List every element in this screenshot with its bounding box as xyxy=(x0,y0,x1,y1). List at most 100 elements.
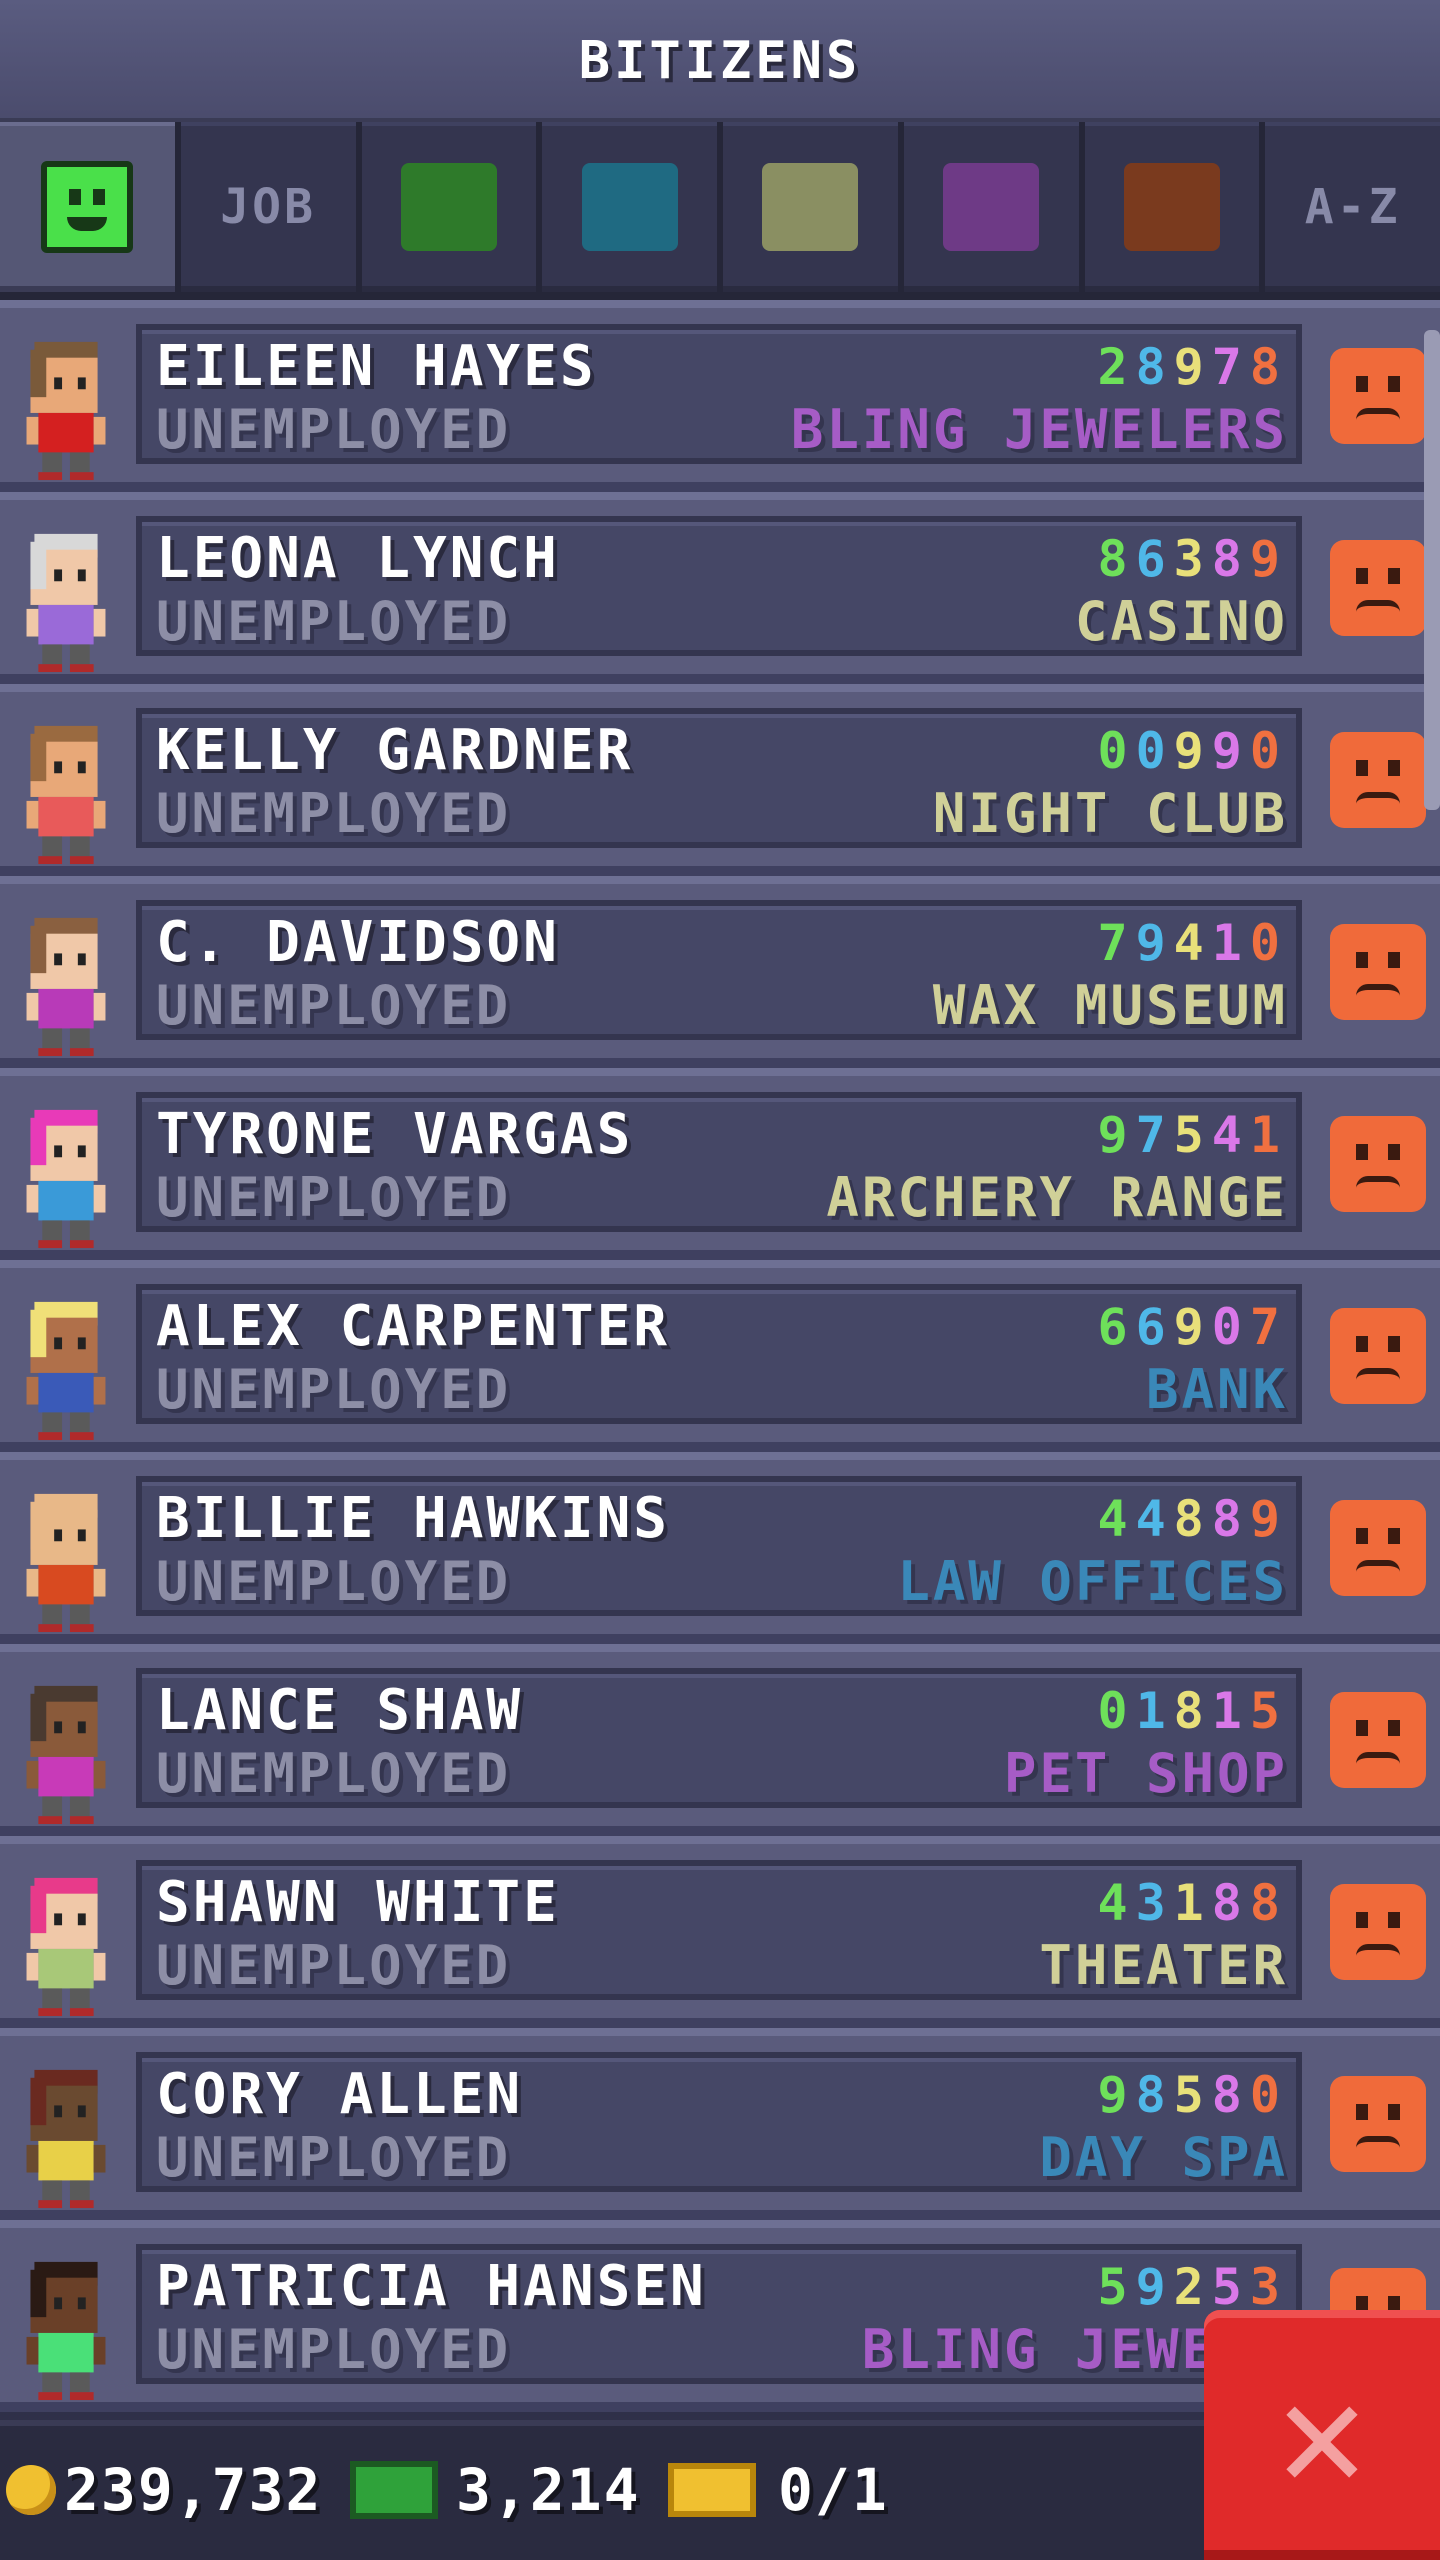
scrollbar[interactable] xyxy=(1424,330,1440,810)
tab-blue[interactable] xyxy=(542,122,717,292)
skill-digit: 9 xyxy=(1097,2066,1136,2124)
skill-digit: 4 xyxy=(1097,1490,1136,1548)
skill-levels: 44889 xyxy=(1097,1490,1288,1548)
tab-az-label: A-Z xyxy=(1304,179,1401,235)
skill-digit: 8 xyxy=(1211,1490,1250,1548)
bitizen-avatar xyxy=(14,1102,118,1252)
skill-digit: 9 xyxy=(1135,2258,1174,2316)
skill-digit: 7 xyxy=(1211,338,1250,396)
skill-digit: 7 xyxy=(1135,1106,1174,1164)
bitizen-row[interactable]: LANCE SHAW UNEMPLOYED 01815 PET SHOP xyxy=(0,1644,1440,1836)
bitizen-row[interactable]: SHAWN WHITE UNEMPLOYED 43188 THEATER xyxy=(0,1836,1440,2028)
skill-digit: 1 xyxy=(1211,1682,1250,1740)
skill-digit: 5 xyxy=(1249,1682,1288,1740)
tab-olive[interactable] xyxy=(723,122,898,292)
tab-green[interactable] xyxy=(361,122,537,292)
skill-digit: 9 xyxy=(1097,1106,1136,1164)
bitizen-name: C. DAVIDSON xyxy=(156,910,560,975)
skill-digit: 9 xyxy=(1249,1490,1288,1548)
skill-digit: 7 xyxy=(1249,1298,1288,1356)
bitizen-avatar xyxy=(14,1870,118,2020)
bitizen-row[interactable]: TYRONE VARGAS UNEMPLOYED 97541 ARCHERY RANG… xyxy=(0,1068,1440,1260)
bitizen-row[interactable]: BILLIE HAWKINS UNEMPLOYED 44889 LAW OFFICES xyxy=(0,1452,1440,1644)
tickets-display: 0/1 xyxy=(668,2420,889,2560)
olive-swatch xyxy=(762,163,859,251)
skill-digit: 9 xyxy=(1173,722,1212,780)
bitizen-job: UNEMPLOYED xyxy=(156,974,512,1037)
skill-digit: 0 xyxy=(1249,2066,1288,2124)
skill-digit: 0 xyxy=(1211,1298,1250,1356)
skill-digit: 0 xyxy=(1097,722,1136,780)
bitizen-row[interactable]: LEONA LYNCH UNEMPLOYED 86389 CASINO xyxy=(0,492,1440,684)
tab-brown[interactable] xyxy=(1084,122,1260,292)
skill-levels: 01815 xyxy=(1097,1682,1288,1740)
skill-digit: 1 xyxy=(1249,1106,1288,1164)
skill-digit: 4 xyxy=(1211,1106,1250,1164)
skill-levels: 97541 xyxy=(1097,1106,1288,1164)
skill-digit: 8 xyxy=(1249,338,1288,396)
skill-digit: 5 xyxy=(1097,2258,1136,2316)
skill-digit: 0 xyxy=(1249,722,1288,780)
skill-digit: 8 xyxy=(1135,338,1174,396)
skill-digit: 0 xyxy=(1249,914,1288,972)
skill-digit: 9 xyxy=(1135,914,1174,972)
skill-levels: 86389 xyxy=(1097,530,1288,588)
skill-digit: 9 xyxy=(1173,1298,1212,1356)
skill-levels: 43188 xyxy=(1097,1874,1288,1932)
bitizen-row[interactable]: C. DAVIDSON UNEMPLOYED 79410 WAX MUSEUM xyxy=(0,876,1440,1068)
blue-swatch xyxy=(581,163,678,251)
dream-job: BANK xyxy=(1145,1358,1288,1421)
tab-purple[interactable] xyxy=(903,122,1079,292)
bitizen-avatar xyxy=(14,1294,118,1444)
bitizen-row[interactable]: EILEEN HAYES UNEMPLOYED 28978 BLING JEWELER… xyxy=(0,300,1440,492)
dream-job: THEATER xyxy=(1039,1934,1288,1997)
skill-digit: 7 xyxy=(1097,914,1136,972)
tab-mood[interactable] xyxy=(0,122,175,292)
tab-az[interactable]: A-Z xyxy=(1265,122,1440,292)
sad-face-icon xyxy=(1330,2076,1426,2172)
bitizen-avatar xyxy=(14,334,118,484)
sad-face-icon xyxy=(1330,348,1426,444)
bitizen-row[interactable]: KELLY GARDNER UNEMPLOYED 00990 NIGHT CLUB xyxy=(0,684,1440,876)
bitizen-card: CORY ALLEN UNEMPLOYED 98580 DAY SPA xyxy=(136,2052,1302,2192)
dream-job: WAX MUSEUM xyxy=(932,974,1288,1037)
bitizen-job: UNEMPLOYED xyxy=(156,1934,512,1997)
close-button[interactable]: ✕ xyxy=(1204,2310,1440,2560)
bitizen-card: PATRICIA HANSEN UNEMPLOYED 59253 BLING JEWE… xyxy=(136,2244,1302,2384)
bitizen-row[interactable]: ALEX CARPENTER UNEMPLOYED 66907 BANK xyxy=(0,1260,1440,1452)
skill-digit: 8 xyxy=(1097,530,1136,588)
bitizen-card: LANCE SHAW UNEMPLOYED 01815 PET SHOP xyxy=(136,1668,1302,1808)
dream-job: PET SHOP xyxy=(1003,1742,1288,1805)
bitizen-name: LEONA LYNCH xyxy=(156,526,560,591)
skill-digit: 0 xyxy=(1097,1682,1136,1740)
skill-digit: 8 xyxy=(1173,1490,1212,1548)
sad-face-icon xyxy=(1330,540,1426,636)
dream-job: BLING JEWELERS xyxy=(790,398,1288,461)
bitizen-job: UNEMPLOYED xyxy=(156,1550,512,1613)
dream-job: DAY SPA xyxy=(1039,2126,1288,2189)
skill-digit: 9 xyxy=(1249,530,1288,588)
bitizen-card: KELLY GARDNER UNEMPLOYED 00990 NIGHT CLUB xyxy=(136,708,1302,848)
skill-levels: 66907 xyxy=(1097,1298,1288,1356)
skill-digit: 0 xyxy=(1135,722,1174,780)
tab-job[interactable]: JOB xyxy=(180,122,356,292)
bitizen-list[interactable]: EILEEN HAYES UNEMPLOYED 28978 BLING JEWELER… xyxy=(0,300,1440,2420)
bux-value: 3,214 xyxy=(456,2456,641,2524)
bitizen-name: EILEEN HAYES xyxy=(156,334,597,399)
sad-face-icon xyxy=(1330,1116,1426,1212)
sad-face-icon xyxy=(1330,1884,1426,1980)
bitizen-job: UNEMPLOYED xyxy=(156,782,512,845)
bitizen-row[interactable]: CORY ALLEN UNEMPLOYED 98580 DAY SPA xyxy=(0,2028,1440,2220)
bitizen-card: TYRONE VARGAS UNEMPLOYED 97541 ARCHERY RANG… xyxy=(136,1092,1302,1232)
skill-digit: 8 xyxy=(1173,1682,1212,1740)
skill-digit: 8 xyxy=(1249,1874,1288,1932)
skill-digit: 3 xyxy=(1173,530,1212,588)
skill-digit: 2 xyxy=(1173,2258,1212,2316)
sad-face-icon xyxy=(1330,1692,1426,1788)
bitizen-job: UNEMPLOYED xyxy=(156,2318,512,2381)
skill-digit: 6 xyxy=(1097,1298,1136,1356)
skill-digit: 5 xyxy=(1173,2066,1212,2124)
purple-swatch xyxy=(943,163,1040,251)
bitizen-job: UNEMPLOYED xyxy=(156,1358,512,1421)
sad-face-icon xyxy=(1330,1500,1426,1596)
